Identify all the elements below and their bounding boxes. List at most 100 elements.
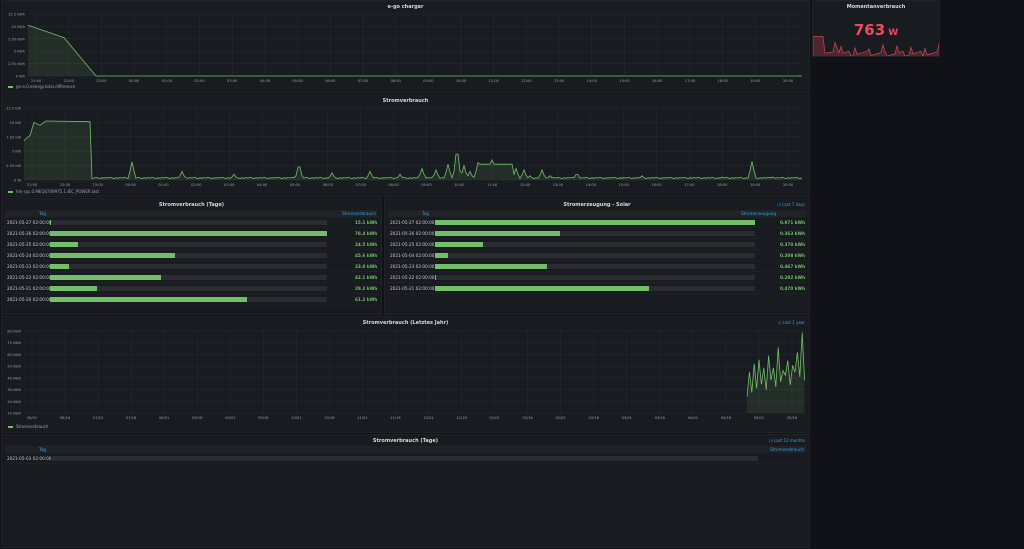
x-tick-label: 00:00 (129, 79, 140, 83)
row-value: 45.6 kWh (355, 253, 378, 258)
x-tick-label: 04:00 (260, 79, 271, 83)
y-tick-label: 40 kWh (7, 376, 21, 380)
x-tick-label: 02:00 (191, 183, 202, 187)
bar-track (52, 456, 758, 461)
bar-track (50, 275, 327, 280)
bar-track (435, 231, 755, 236)
panel-title: Stromverbrauch (Letztes Jahr) (362, 320, 449, 326)
table-row: 2021-05-24 02:00:00 45.6 kWh (5, 251, 378, 261)
legend-label: go-e.0.energy.total.difference (16, 84, 76, 89)
y-tick-label: 2.50 kWh (8, 62, 25, 66)
x-tick-label: 06:00 (325, 79, 336, 83)
y-tick-label: 2.50 kW (6, 164, 21, 168)
panel-stromverbrauch-monate[interactable]: Stromverbrauch (Tage) ◷ Last 12 months T… (1, 434, 810, 548)
table-header: Tag Stromerzeugung (388, 210, 806, 217)
x-tick-label: 14:00 (587, 79, 598, 83)
x-tick-label: 01:00 (162, 79, 173, 83)
y-tick-label: 60 kWh (7, 353, 21, 357)
table-row: 2021-05-21 02:00:00 0.470 kWh (388, 284, 806, 294)
time-range-label: Last 7 days (782, 202, 805, 207)
stromverbrauch-graph[interactable]: 12.5 kW 10 kW 7.50 kW 5 kW 2.50 kW 0 W 21:00 22… (2, 103, 810, 193)
table-row: 2021-05-22 02:00:00 42.1 kWh (5, 273, 378, 283)
panel-stromverbrauch[interactable]: Stromverbrauch 12.5 kW 10 kW 7.50 kW 5 kW 2.… (1, 94, 810, 197)
x-tick-label: 18:00 (717, 183, 728, 187)
column-header-value[interactable]: Stromverbrauch (342, 211, 376, 216)
bar-fill (50, 220, 52, 225)
x-tick-label: 03/01 (622, 416, 632, 420)
row-date: 2021-05-26 02:00:00 (390, 231, 435, 236)
row-date: 2021-05-22 02:00:00 (7, 275, 52, 280)
y-tick-label: 12.5 kW (6, 107, 21, 111)
time-range-link[interactable]: ◷ Last 12 months (769, 438, 805, 443)
x-tick-label: 10:00 (454, 183, 465, 187)
y-tick-label: 10 kWh (7, 412, 21, 416)
x-tick-label: 21:00 (27, 183, 38, 187)
x-tick-label: 04/01 (688, 416, 698, 420)
x-tick-label: 12:00 (520, 183, 531, 187)
x-tick-label: 14:00 (586, 183, 597, 187)
table-row: 2021-05-25 02:00:00 24.5 kWh (5, 240, 378, 250)
row-value: 24.5 kWh (355, 242, 378, 247)
row-date: 2021-05-20 02:00:00 (7, 297, 52, 302)
panel-stromverbrauch-tage[interactable]: Stromverbrauch (Tage) Tag Stromverbrauch… (1, 198, 382, 315)
x-tick-label: 17:00 (684, 183, 695, 187)
panel-momentanverbrauch[interactable]: Momentanverbrauch 763 W (812, 0, 940, 57)
jahr-graph[interactable]: 80 kWh 70 kWh 60 kWh 50 kWh 40 kWh 30 kWh 20 k… (2, 327, 810, 427)
series-line (27, 24, 802, 77)
row-value: 78.4 kWh (355, 231, 378, 236)
x-tick-label: 16:00 (651, 183, 662, 187)
row-date: 2021-05-22 02:00:00 (390, 275, 435, 280)
x-tick-label: 08/01 (159, 416, 169, 420)
series-area (747, 332, 805, 413)
panel-ego-charger[interactable]: e-go charger 12.5 kWh 10 kWh 7.50 kWh 5 kWh… (1, 0, 810, 93)
x-tick-label: 05:00 (290, 183, 301, 187)
x-tick-label: 15:00 (618, 183, 629, 187)
table-row: 2021-05-22 02:00:00 0.282 kWh (388, 273, 806, 283)
row-date: 2021-05-23 02:00:00 (7, 264, 52, 269)
x-tick-label: 10:00 (456, 79, 467, 83)
row-date: 2021-05-21 02:00:00 (390, 286, 435, 291)
bar-track (435, 242, 755, 247)
row-value: 15.1 kWh (355, 220, 378, 225)
legend[interactable]: Stromverbrauch (8, 424, 48, 429)
x-tick-label: 02:00 (194, 79, 205, 83)
row-date: 2021-05-25 02:00:00 (7, 242, 52, 247)
panel-stromerzeugung-solar[interactable]: Stromerzeugung - Solar ◷ Last 7 days Tag… (384, 198, 810, 315)
legend[interactable]: go-e.0.energy.total.difference (8, 84, 75, 89)
time-range-label: Last 1 year (782, 320, 805, 325)
panel-stromverbrauch-jahr[interactable]: Stromverbrauch (Letztes Jahr) ◷ Last 1 y… (1, 316, 810, 433)
x-tick-label: 10/01 (291, 416, 301, 420)
ego-charger-graph[interactable]: 12.5 kWh 10 kWh 7.50 kWh 5 kWh 2.50 kWh 0 Wh 2… (2, 9, 810, 89)
column-header-tag[interactable]: Tag (39, 211, 46, 216)
column-header-tag[interactable]: Tag (39, 447, 46, 452)
x-tick-label: 06/16 (60, 416, 71, 420)
legend-label: Stromverbrauch (16, 424, 49, 429)
x-tick-label: 02/01 (556, 416, 566, 420)
column-header-tag[interactable]: Tag (422, 211, 429, 216)
x-tick-label: 11/01 (357, 416, 367, 420)
time-range-link[interactable]: ◷ Last 7 days (777, 202, 805, 207)
bar-fill (50, 275, 161, 280)
row-date: 2021-05-24 02:00:00 (7, 253, 52, 258)
time-range-link[interactable]: ◷ Last 1 year (778, 320, 805, 325)
x-tick-label: 16:00 (652, 79, 663, 83)
bar-fill (50, 253, 175, 258)
x-tick-label: 23:00 (93, 183, 104, 187)
row-value: 0.370 kWh (780, 242, 806, 247)
row-value: 0.308 kWh (780, 253, 806, 258)
y-tick-label: 0 Wh (16, 75, 25, 79)
row-value: 29.2 kWh (355, 286, 378, 291)
column-header-value[interactable]: Stromverbrauch (770, 447, 804, 452)
panel-title: Stromverbrauch (Tage) (158, 202, 225, 208)
table-row: 2021-05-03 02:00:00 (5, 454, 806, 464)
x-tick-label: 05/01 (754, 416, 764, 420)
x-tick-label: 22:00 (60, 183, 71, 187)
column-header-value[interactable]: Stromerzeugung (741, 211, 776, 216)
table-row: 2021-05-04 02:00:00 0.308 kWh (388, 251, 806, 261)
row-date: 2021-05-25 02:00:00 (390, 242, 435, 247)
row-value: 61.2 kWh (355, 297, 378, 302)
bar-fill (435, 253, 448, 258)
legend[interactable]: hm-rpc.0.MEQ0709975.1.IEC_POWER.last (8, 189, 99, 194)
bar-fill (50, 264, 70, 269)
x-tick-label: 03:00 (227, 79, 238, 83)
